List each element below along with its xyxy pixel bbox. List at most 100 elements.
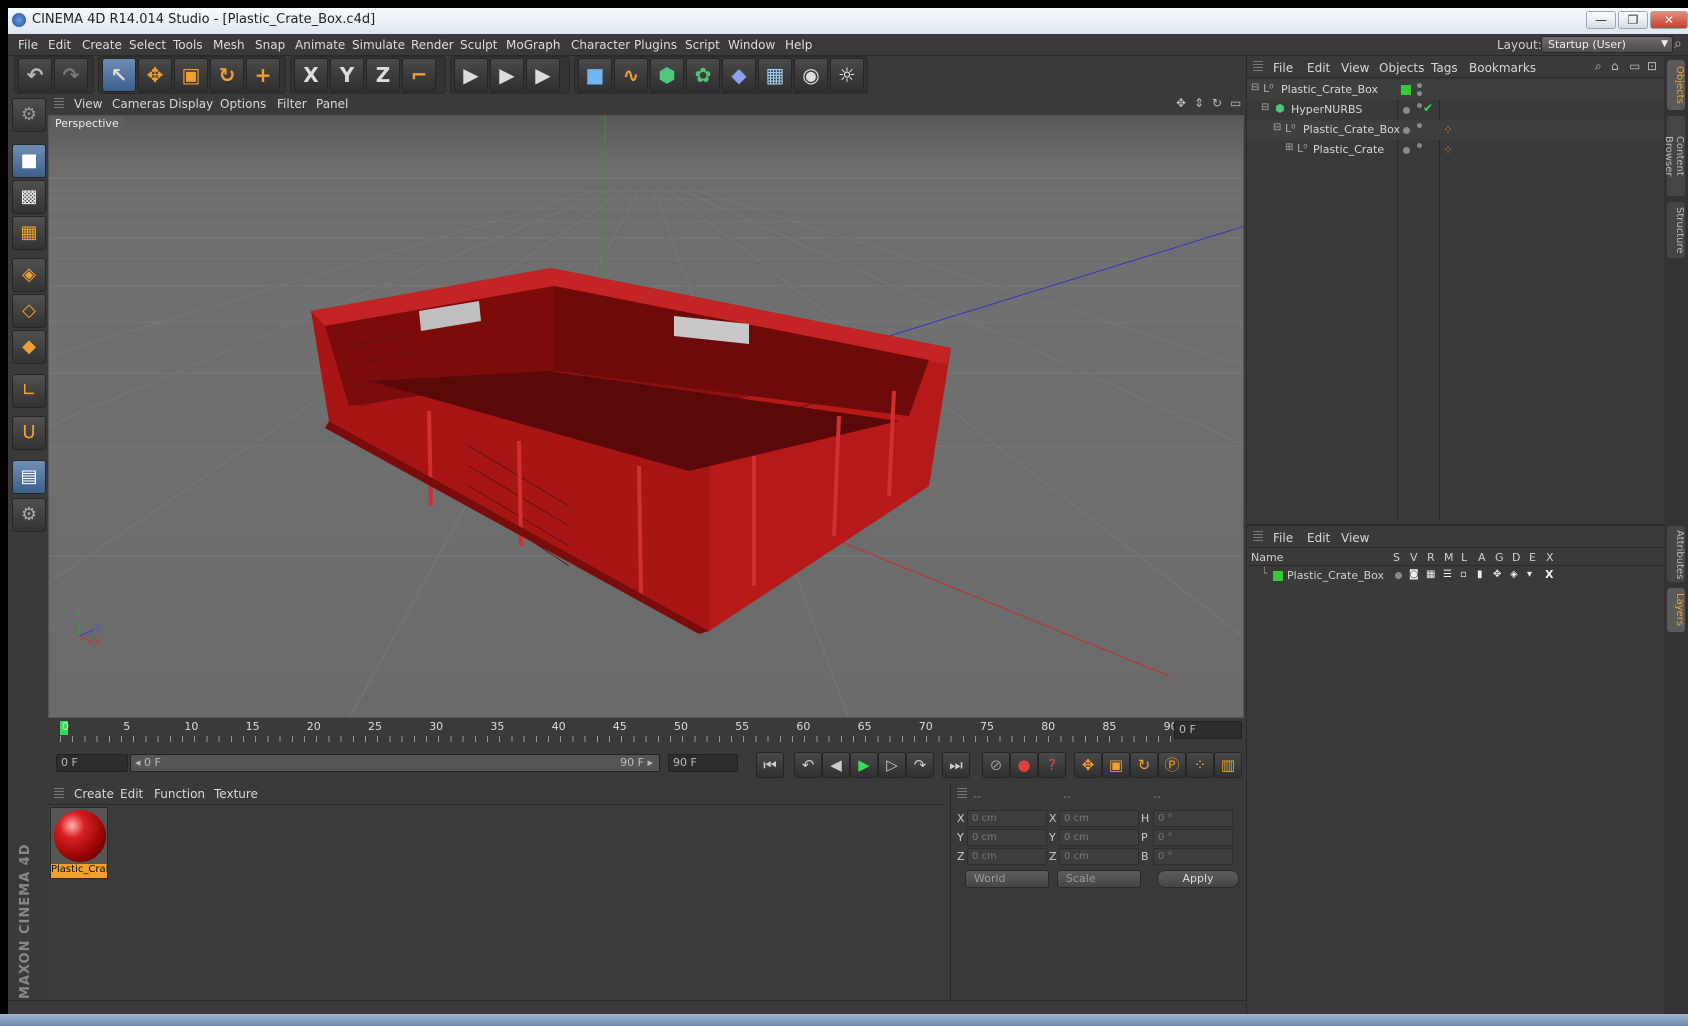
layer-menu-view[interactable]: View bbox=[1341, 531, 1369, 545]
timeline-ruler[interactable]: 0 5 10 15 20 25 30 35 40 45 50 55 60 65 70 75 80 85 90 0 F bbox=[48, 718, 1246, 742]
size-y-field[interactable]: 0 cm bbox=[1059, 829, 1139, 846]
add-tool-icon[interactable]: + bbox=[246, 58, 280, 92]
deformer-icon[interactable]: ◆ bbox=[722, 58, 756, 92]
menu-simulate[interactable]: Simulate bbox=[352, 38, 405, 52]
object-row[interactable]: ⊞ L⁰ Plastic_Crate ⁘ bbox=[1247, 140, 1665, 160]
model-mode-icon[interactable]: ■ bbox=[12, 144, 46, 178]
xref-toggle-icon[interactable]: X bbox=[1545, 568, 1553, 581]
column-render[interactable]: R bbox=[1427, 551, 1435, 564]
column-deformers[interactable]: D bbox=[1512, 551, 1520, 564]
column-animation[interactable]: A bbox=[1478, 551, 1486, 564]
object-menu-bookmarks[interactable]: Bookmarks bbox=[1469, 61, 1536, 75]
maximize-button[interactable]: ❐ bbox=[1618, 11, 1648, 29]
record-disabled-icon[interactable]: ⊘ bbox=[982, 752, 1010, 778]
collapse-icon[interactable]: ▭ bbox=[1629, 59, 1640, 73]
editor-visibility-dot[interactable] bbox=[1403, 127, 1410, 134]
timeline-window-icon[interactable]: ▥ bbox=[1214, 752, 1242, 778]
column-solo[interactable]: S bbox=[1393, 551, 1400, 564]
play-icon[interactable]: ▶ bbox=[850, 752, 878, 778]
move-view-icon[interactable]: ✥ bbox=[1176, 96, 1186, 110]
search-icon[interactable]: ⌕ bbox=[1595, 59, 1602, 74]
menu-sculpt[interactable]: Sculpt bbox=[460, 38, 497, 52]
tab-objects[interactable]: Objects bbox=[1667, 60, 1685, 110]
undo-icon[interactable]: ↶ bbox=[18, 58, 52, 92]
render-visibility-dot[interactable] bbox=[1417, 91, 1422, 96]
select-tool-icon[interactable]: ↖ bbox=[102, 58, 136, 92]
editor-visibility-dot[interactable] bbox=[1417, 83, 1422, 88]
viewport-menu-display[interactable]: Display bbox=[169, 97, 213, 111]
layer-menu-edit[interactable]: Edit bbox=[1307, 531, 1330, 545]
z-axis-icon[interactable]: Z bbox=[366, 58, 400, 92]
next-key-icon[interactable]: ↷ bbox=[906, 752, 934, 778]
render-visibility-dot[interactable] bbox=[1417, 123, 1422, 128]
column-manager[interactable]: M bbox=[1444, 551, 1454, 564]
scale-tool-icon[interactable]: ▣ bbox=[174, 58, 208, 92]
material-menu-edit[interactable]: Edit bbox=[120, 787, 143, 801]
menu-script[interactable]: Script bbox=[685, 38, 720, 52]
object-menu-file[interactable]: File bbox=[1273, 61, 1293, 75]
menu-render[interactable]: Render bbox=[411, 38, 454, 52]
manager-toggle-icon[interactable]: ☰ bbox=[1443, 569, 1452, 580]
size-mode-dropdown[interactable]: Scale bbox=[1057, 870, 1141, 888]
key-rotation-icon[interactable]: ↻ bbox=[1130, 752, 1158, 778]
viewport-menu-view[interactable]: View bbox=[74, 97, 102, 111]
locked-workplane-icon[interactable]: ⚙ bbox=[12, 498, 46, 532]
column-locked[interactable]: L bbox=[1461, 551, 1467, 564]
home-icon[interactable]: ⌂ bbox=[1611, 59, 1619, 73]
view-toggle-icon[interactable]: ◙ bbox=[1409, 569, 1419, 580]
menu-create[interactable]: Create bbox=[82, 38, 122, 52]
object-row[interactable]: ⊟ L⁰ Plastic_Crate_Box ⁘ bbox=[1247, 120, 1665, 140]
workplane-lock-icon[interactable]: ▤ bbox=[12, 460, 46, 494]
editor-visibility-dot[interactable] bbox=[1403, 107, 1410, 114]
array-icon[interactable]: ✿ bbox=[686, 58, 720, 92]
rot-h-field[interactable]: 0 ° bbox=[1153, 810, 1233, 827]
close-button[interactable]: ✕ bbox=[1650, 11, 1688, 29]
rotate-tool-icon[interactable]: ↻ bbox=[210, 58, 244, 92]
enabled-check-icon[interactable]: ✔ bbox=[1423, 101, 1433, 115]
viewport-menu-panel[interactable]: Panel bbox=[316, 97, 348, 111]
expand-icon[interactable]: ⊟ bbox=[1251, 82, 1259, 93]
menu-animate[interactable]: Animate bbox=[295, 38, 345, 52]
menu-mograph[interactable]: MoGraph bbox=[506, 38, 561, 52]
make-editable-icon[interactable]: ⚙ bbox=[12, 98, 46, 132]
zoom-view-icon[interactable]: ⇕ bbox=[1194, 96, 1204, 110]
render-view-icon[interactable]: ▶ bbox=[454, 58, 488, 92]
generator-toggle-icon[interactable]: ✥ bbox=[1493, 569, 1501, 580]
object-row[interactable]: ⊟ L⁰ Plastic_Crate_Box bbox=[1247, 80, 1665, 100]
render-settings-icon[interactable]: ▶ bbox=[526, 58, 560, 92]
points-mode-icon[interactable]: ◈ bbox=[12, 258, 46, 292]
object-menu-objects[interactable]: Objects bbox=[1379, 61, 1424, 75]
expand-icon[interactable]: ⊞ bbox=[1285, 142, 1293, 153]
render-visibility-dot[interactable] bbox=[1417, 103, 1422, 108]
viewport-menu-filter[interactable]: Filter bbox=[277, 97, 307, 111]
deformer-toggle-icon[interactable]: ◈ bbox=[1510, 569, 1518, 580]
render-visibility-dot[interactable] bbox=[1417, 143, 1422, 148]
material-tag-icon[interactable]: ⁘ bbox=[1443, 143, 1453, 157]
x-axis-icon[interactable]: X bbox=[294, 58, 328, 92]
key-pla-icon[interactable]: ⁘ bbox=[1186, 752, 1214, 778]
material-menu-texture[interactable]: Texture bbox=[214, 787, 258, 801]
column-view[interactable]: V bbox=[1410, 551, 1418, 564]
column-xref[interactable]: X bbox=[1546, 551, 1554, 564]
key-position-icon[interactable]: ✥ bbox=[1074, 752, 1102, 778]
pos-x-field[interactable]: 0 cm bbox=[967, 810, 1047, 827]
pos-y-field[interactable]: 0 cm bbox=[967, 829, 1047, 846]
current-frame-field[interactable]: 0 F bbox=[1174, 721, 1242, 739]
apply-button[interactable]: Apply bbox=[1157, 870, 1239, 888]
previous-frame-icon[interactable]: ◀ bbox=[822, 752, 850, 778]
cube-icon[interactable]: ■ bbox=[578, 58, 612, 92]
snap-magnet-icon[interactable]: U bbox=[12, 416, 46, 450]
coordinate-space-dropdown[interactable]: World bbox=[965, 870, 1049, 888]
menu-edit[interactable]: Edit bbox=[48, 38, 71, 52]
menu-tools[interactable]: Tools bbox=[173, 38, 203, 52]
texture-mode-icon[interactable]: ▩ bbox=[12, 180, 46, 214]
previous-key-icon[interactable]: ↶ bbox=[794, 752, 822, 778]
go-to-start-icon[interactable]: ⏮ bbox=[756, 752, 784, 778]
next-frame-icon[interactable]: ▷ bbox=[878, 752, 906, 778]
material-menu-function[interactable]: Function bbox=[154, 787, 205, 801]
tab-content-browser[interactable]: Content Browser bbox=[1663, 116, 1685, 196]
nurbs-icon[interactable]: ⬢ bbox=[650, 58, 684, 92]
edges-mode-icon[interactable]: ◇ bbox=[12, 294, 46, 328]
viewport-menu-options[interactable]: Options bbox=[220, 97, 266, 111]
layout-dropdown[interactable]: Startup (User) ▼ bbox=[1541, 36, 1673, 53]
